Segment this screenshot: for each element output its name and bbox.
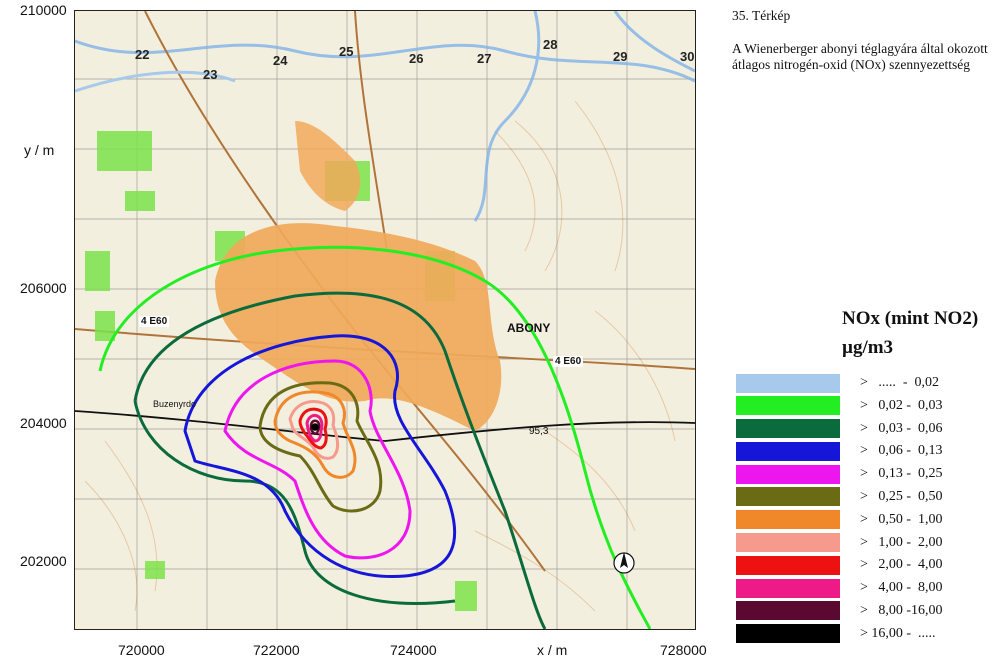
- legend: > ..... - 0,02 > 0,02 - 0,03 > 0,03 - 0,06…: [736, 372, 994, 646]
- legend-swatch: [736, 624, 840, 644]
- x-tick: 720000: [118, 642, 165, 658]
- legend-item: > 16,00 - .....: [736, 623, 994, 645]
- legend-label: > 16,00 - .....: [860, 625, 936, 641]
- grid-number: 30: [680, 49, 695, 64]
- legend-label: > 1,00 - 2,00: [860, 534, 943, 550]
- north-arrow-icon: [613, 552, 635, 574]
- legend-swatch: [736, 396, 840, 416]
- legend-item: > 4,00 - 8,00: [736, 577, 994, 599]
- legend-swatch: [736, 555, 840, 575]
- legend-label: > 4,00 - 8,00: [860, 580, 943, 596]
- legend-unit: µg/m3: [842, 337, 894, 358]
- y-axis-label: y / m: [24, 142, 55, 158]
- y-tick: 202000: [20, 553, 67, 569]
- grid-number: 26: [409, 51, 424, 66]
- x-tick: 728000: [660, 642, 707, 658]
- grid-number: 22: [135, 47, 150, 62]
- y-tick: 204000: [20, 415, 67, 431]
- map-title-block: 35. Térkép A Wienerberger abonyi téglagy…: [732, 8, 994, 73]
- spot-height-label: 95,3: [529, 426, 549, 437]
- grid-number: 29: [613, 49, 628, 64]
- x-axis-label: x / m: [537, 642, 568, 658]
- x-tick: 724000: [390, 642, 437, 658]
- legend-swatch: [736, 533, 840, 553]
- map-description: A Wienerberger abonyi téglagyára által o…: [732, 41, 988, 72]
- map-area[interactable]: 22 23 24 25 26 27 28 29 30 ABONY 4 E60 4…: [74, 10, 696, 630]
- grid-number: 28: [543, 37, 558, 52]
- road-label: 4 E60: [553, 356, 584, 367]
- legend-swatch: [736, 464, 840, 484]
- contour-max: [311, 423, 319, 431]
- legend-item: > 0,50 - 1,00: [736, 509, 994, 531]
- legend-item: > 0,13 - 0,25: [736, 463, 994, 485]
- legend-label: > 0,50 - 1,00: [860, 511, 943, 527]
- legend-label: > 8,00 -16,00: [860, 602, 943, 618]
- legend-label: > 0,13 - 0,25: [860, 466, 943, 482]
- legend-swatch: [736, 601, 840, 621]
- legend-item: > 1,00 - 2,00: [736, 532, 994, 554]
- legend-label: > 0,02 - 0,03: [860, 397, 943, 413]
- legend-label: > ..... - 0,02: [860, 375, 940, 390]
- legend-swatch: [736, 510, 840, 530]
- legend-item: > ..... - 0,02: [736, 372, 994, 394]
- legend-item: > 0,02 - 0,03: [736, 395, 994, 417]
- area-label: Buzenyrdo: [153, 399, 197, 409]
- legend-item: > 0,03 - 0,06: [736, 418, 994, 440]
- legend-item: > 0,25 - 0,50: [736, 486, 994, 508]
- road-label: 4 E60: [139, 316, 170, 327]
- legend-item: > 0,06 - 0,13: [736, 440, 994, 462]
- y-tick: 206000: [20, 280, 67, 296]
- map-number: 35. Térkép: [732, 8, 791, 23]
- grid-number: 27: [477, 51, 492, 66]
- x-tick: 722000: [253, 642, 300, 658]
- legend-swatch: [736, 419, 840, 439]
- legend-item: > 2,00 - 4,00: [736, 554, 994, 576]
- legend-label: > 0,03 - 0,06: [860, 420, 943, 436]
- town-label: ABONY: [507, 321, 551, 335]
- legend-swatch: [736, 578, 840, 598]
- legend-title: NOx (mint NO2): [842, 308, 979, 329]
- legend-swatch: [736, 487, 840, 507]
- legend-swatch: [736, 441, 840, 461]
- legend-label: > 0,25 - 0,50: [860, 488, 943, 504]
- grid-number: 25: [339, 44, 354, 59]
- legend-item: > 8,00 -16,00: [736, 600, 994, 622]
- y-tick: 210000: [20, 2, 67, 18]
- grid-number: 23: [203, 67, 218, 82]
- grid-number: 24: [273, 53, 288, 68]
- legend-swatch: [736, 373, 840, 393]
- legend-label: > 2,00 - 4,00: [860, 557, 943, 573]
- legend-label: > 0,06 - 0,13: [860, 443, 943, 459]
